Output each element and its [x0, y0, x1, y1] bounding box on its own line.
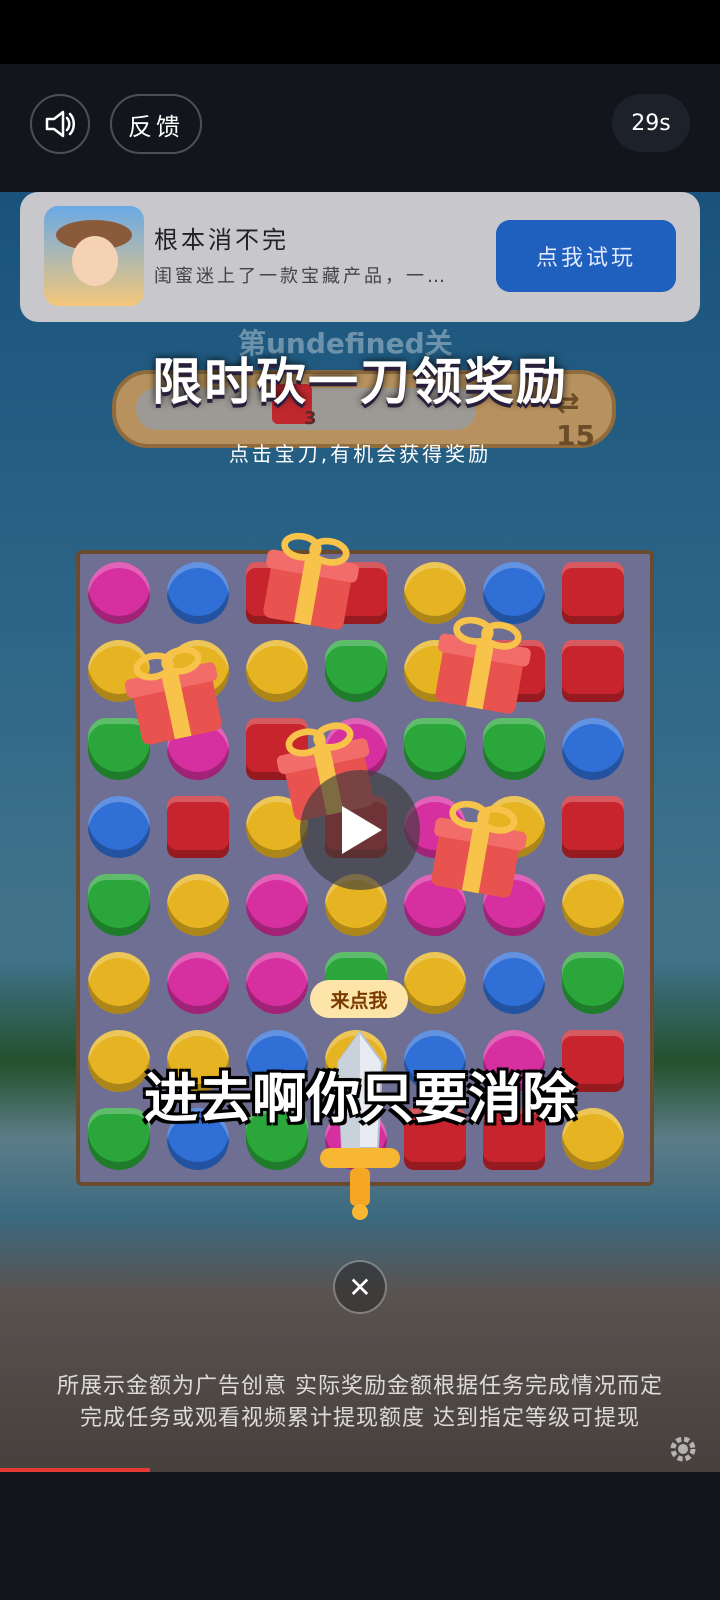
board-tile-block[interactable]	[167, 796, 229, 858]
board-tile-block[interactable]	[562, 640, 624, 702]
board-tile-yellowjar[interactable]	[404, 952, 466, 1014]
disclaimer-line-1: 所展示金额为广告创意 实际奖励金额根据任务完成情况而定	[57, 1374, 663, 1399]
gift-icon[interactable]	[418, 788, 538, 908]
feedback-button[interactable]: 反馈	[110, 94, 202, 154]
play-video-button[interactable]	[300, 770, 420, 890]
board-tile-teapot[interactable]	[88, 796, 150, 858]
board-tile-yellowjar[interactable]	[562, 874, 624, 936]
play-icon	[342, 806, 382, 854]
board-tile-yellowjar[interactable]	[167, 874, 229, 936]
board-tile-block[interactable]	[562, 796, 624, 858]
board-tile-gem[interactable]	[483, 718, 545, 780]
gift-icon[interactable]	[250, 520, 370, 640]
close-button[interactable]: ✕	[333, 1260, 387, 1314]
app-description: 闺蜜迷上了一款宝藏产品，一…	[154, 266, 448, 287]
sound-button[interactable]	[30, 94, 90, 154]
app-icon[interactable]	[44, 206, 144, 306]
board-tile-pot[interactable]	[246, 874, 308, 936]
close-icon: ✕	[348, 1270, 372, 1304]
app-icon-face	[72, 236, 118, 286]
board-tile-pot[interactable]	[167, 952, 229, 1014]
countdown-timer: 29s	[612, 94, 690, 152]
board-tile-teapot[interactable]	[483, 952, 545, 1014]
board-tile-gem[interactable]	[404, 718, 466, 780]
tap-hint-bubble[interactable]: 来点我	[310, 980, 408, 1018]
board-tile-gem[interactable]	[88, 874, 150, 936]
board-tile-teapot[interactable]	[167, 562, 229, 624]
speaker-icon	[45, 110, 75, 138]
board-tile-block[interactable]	[562, 562, 624, 624]
board-tile-yellowjar[interactable]	[88, 952, 150, 1014]
gift-icon[interactable]	[112, 632, 235, 755]
video-caption: 进去啊你只要消除	[144, 1067, 576, 1130]
bottom-strip	[0, 1472, 720, 1600]
board-tile-gem[interactable]	[325, 640, 387, 702]
board-tile-pot[interactable]	[88, 562, 150, 624]
promo-subtitle: 点击宝刀,有机会获得奖励	[228, 442, 492, 466]
app-title: 根本消不完	[154, 226, 289, 254]
game-ad-area[interactable]: 根本消不完 闺蜜迷上了一款宝藏产品，一… 点我试玩 第undefined关 3 …	[0, 192, 720, 1472]
board-tile-teapot[interactable]	[562, 718, 624, 780]
ad-card[interactable]: 根本消不完 闺蜜迷上了一款宝藏产品，一… 点我试玩	[20, 192, 700, 322]
board-tile-pot[interactable]	[246, 952, 308, 1014]
board-tile-yellowjar[interactable]	[246, 640, 308, 702]
gear-icon[interactable]	[666, 1432, 700, 1466]
board-tile-gem[interactable]	[562, 952, 624, 1014]
try-play-button[interactable]: 点我试玩	[496, 220, 676, 292]
status-strip	[0, 0, 720, 64]
gift-icon[interactable]	[422, 604, 542, 724]
disclaimer-line-2: 完成任务或观看视频累计提现额度 达到指定等级可提现	[80, 1406, 640, 1431]
promo-banner: 限时砍一刀领奖励	[152, 353, 568, 411]
